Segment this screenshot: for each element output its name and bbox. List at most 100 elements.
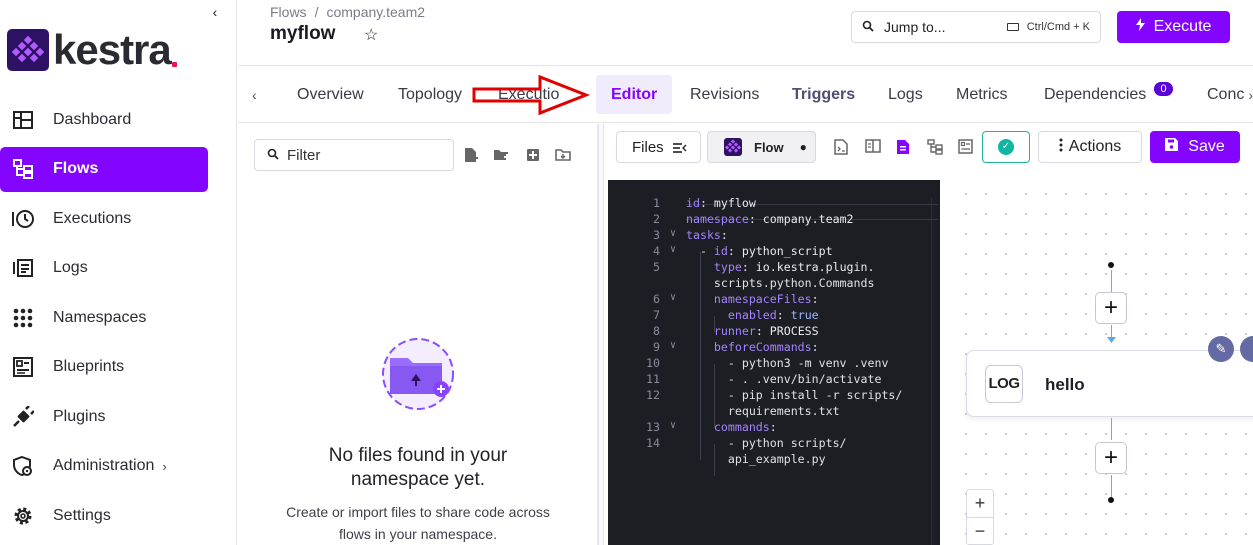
sidebar-item-label: Blueprints xyxy=(53,358,125,375)
execute-button[interactable]: Execute xyxy=(1117,11,1230,43)
yaml-code-editor[interactable]: 1 id: myflow 2 namespace: company.team2 3 ∨ ta… xyxy=(608,180,940,545)
tab-concurrency[interactable]: Conc xyxy=(1207,75,1244,114)
flow-file-tab[interactable]: Flow ● xyxy=(707,131,816,163)
line-number: 3 xyxy=(653,228,660,242)
jump-to-search[interactable]: Jump to... Ctrl/Cmd + K xyxy=(851,11,1101,43)
fold-chevron-icon[interactable]: ∨ xyxy=(660,228,686,244)
import-file-icon[interactable] xyxy=(524,146,541,163)
star-icon[interactable]: ☆ xyxy=(364,25,378,45)
fold-chevron-icon[interactable]: ∨ xyxy=(660,420,686,436)
edit-task-icon[interactable]: ✎ xyxy=(1208,336,1234,362)
flow-start-node xyxy=(1108,262,1114,268)
actions-menu-button[interactable]: Actions xyxy=(1038,131,1142,163)
code-line[interactable]: 10 - python3 -m venv .venv xyxy=(608,356,940,372)
jump-to-label: Jump to... xyxy=(884,19,946,35)
line-number: 8 xyxy=(653,324,660,338)
topology-only-view-icon[interactable] xyxy=(927,139,944,156)
add-task-button[interactable]: + xyxy=(1095,442,1127,474)
source-only-view-icon[interactable] xyxy=(834,139,851,156)
tab-logs[interactable]: Logs xyxy=(888,75,923,114)
kestra-logo-dot xyxy=(171,61,177,67)
tab-triggers[interactable]: Triggers xyxy=(792,75,855,114)
code-line[interactable]: 3 ∨ tasks: xyxy=(608,228,940,244)
tabs-scroll-left-icon[interactable]: ‹ xyxy=(252,87,257,103)
zoom-in-button[interactable]: + xyxy=(967,490,993,517)
breadcrumb-namespace-link[interactable]: company.team2 xyxy=(326,4,425,20)
add-task-button[interactable]: + xyxy=(1095,292,1127,324)
plugins-icon xyxy=(12,405,34,428)
tab-dependencies[interactable]: Dependencies xyxy=(1044,75,1146,114)
code-text: requirements.txt xyxy=(686,404,840,418)
code-line[interactable]: 9 ∨ beforeCommands: xyxy=(608,340,940,356)
logs-icon xyxy=(12,257,34,279)
validation-status-button[interactable]: ✓ xyxy=(982,131,1030,163)
empty-folder-icon xyxy=(382,338,454,410)
code-line[interactable]: 7 enabled: true xyxy=(608,308,940,324)
tab-metrics[interactable]: Metrics xyxy=(956,75,1008,114)
code-text: namespace: company.team2 xyxy=(686,212,854,226)
line-number xyxy=(608,452,660,468)
code-line[interactable]: 13 ∨ commands: xyxy=(608,420,940,436)
tab-revisions[interactable]: Revisions xyxy=(690,75,759,114)
new-file-icon[interactable] xyxy=(462,146,479,163)
check-circle-icon: ✓ xyxy=(998,139,1014,155)
panel-splitter[interactable] xyxy=(598,124,604,545)
code-line[interactable]: 11 - . .venv/bin/activate xyxy=(608,372,940,388)
breadcrumb-flows-link[interactable]: Flows xyxy=(270,4,307,20)
code-line[interactable]: 1 id: myflow xyxy=(608,196,940,212)
blueprints-icon xyxy=(12,356,34,378)
code-line[interactable]: 6 ∨ namespaceFiles: xyxy=(608,292,940,308)
sidebar-item-administration[interactable]: Administration › xyxy=(0,444,237,489)
tab-editor[interactable]: Editor xyxy=(596,75,673,114)
task-node-hello[interactable]: LOG hello xyxy=(966,350,1253,417)
sidebar-item-settings[interactable]: Settings xyxy=(0,493,237,538)
sidebar-item-executions[interactable]: Executions xyxy=(0,196,237,241)
code-text: tasks: xyxy=(686,228,728,242)
code-line[interactable]: api_example.py xyxy=(608,452,940,468)
save-button[interactable]: Save xyxy=(1150,131,1240,163)
import-folder-icon[interactable] xyxy=(555,146,572,163)
breadcrumb-separator: / xyxy=(314,4,319,20)
code-line[interactable]: 8 runner: PROCESS xyxy=(608,324,940,340)
sidebar-item-plugins[interactable]: Plugins xyxy=(0,394,237,439)
new-folder-icon[interactable] xyxy=(493,146,510,163)
code-line[interactable]: 14 - python scripts/ xyxy=(608,436,940,452)
tab-overview[interactable]: Overview xyxy=(297,75,364,114)
code-line[interactable]: scripts.python.Commands xyxy=(608,276,940,292)
tab-topology[interactable]: Topology xyxy=(398,75,462,114)
line-number: 6 xyxy=(653,292,660,306)
code-line[interactable]: 5 type: io.kestra.plugin. xyxy=(608,260,940,276)
fold-chevron-icon[interactable]: ∨ xyxy=(660,244,686,260)
sidebar-item-logs[interactable]: Logs xyxy=(0,246,237,291)
line-number: 5 xyxy=(653,260,660,274)
filter-input[interactable]: Filter xyxy=(254,139,454,171)
tabs-scroll-right-icon[interactable]: › xyxy=(1248,87,1253,103)
files-toggle-button[interactable]: Files xyxy=(616,131,701,163)
sidebar-item-blueprints[interactable]: Blueprints xyxy=(0,345,237,390)
administration-icon xyxy=(12,455,34,477)
source-documentation-view-icon[interactable] xyxy=(865,139,882,156)
kestra-logo[interactable]: kestra xyxy=(7,29,177,71)
code-text: id: myflow xyxy=(686,196,756,210)
sidebar-item-namespaces[interactable]: Namespaces xyxy=(0,295,237,340)
code-line[interactable]: requirements.txt xyxy=(608,404,940,420)
edge-arrow-icon xyxy=(1107,337,1116,343)
code-line[interactable]: 4 ∨ - id: python_script xyxy=(608,244,940,260)
zoom-out-button[interactable]: − xyxy=(967,517,993,544)
code-line[interactable]: 2 namespace: company.team2 xyxy=(608,212,940,228)
flow-tabs: ‹ Overview Topology Executio Editor Revi… xyxy=(238,67,1253,123)
sidebar-item-dashboard[interactable]: Dashboard xyxy=(0,97,237,142)
dependencies-count-badge: 0 xyxy=(1154,82,1173,96)
source-topology-view-icon[interactable] xyxy=(896,139,913,156)
task-name: hello xyxy=(1045,375,1085,394)
collapse-sidebar-button[interactable]: ‹ xyxy=(208,4,222,20)
sidebar-item-flows[interactable]: Flows xyxy=(0,146,208,192)
code-text: - id: python_script xyxy=(686,244,833,258)
save-label: Save xyxy=(1188,138,1225,155)
code-line[interactable]: 12 - pip install -r scripts/ xyxy=(608,388,940,404)
log-task-icon: LOG xyxy=(985,365,1023,403)
fold-chevron-icon xyxy=(660,260,686,276)
fold-chevron-icon[interactable]: ∨ xyxy=(660,340,686,356)
fold-chevron-icon[interactable]: ∨ xyxy=(660,292,686,308)
source-blueprints-view-icon[interactable] xyxy=(958,139,975,156)
